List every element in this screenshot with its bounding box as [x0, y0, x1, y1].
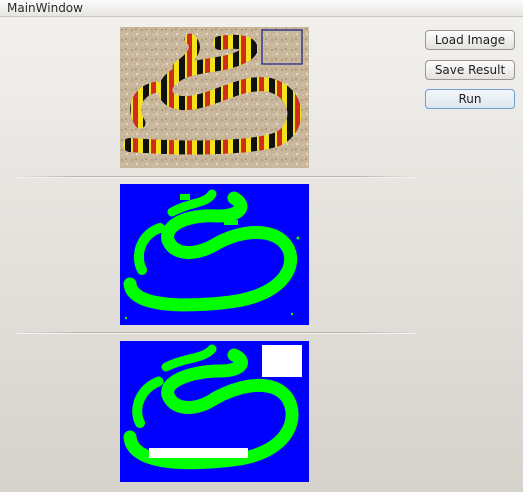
title-bar: MainWindow: [0, 0, 523, 17]
save-result-button[interactable]: Save Result: [425, 60, 515, 80]
snake-photo: [120, 27, 309, 168]
separator-1: [16, 176, 416, 178]
window-title: MainWindow: [7, 1, 83, 15]
result-mask: [123, 344, 302, 470]
result-mask-panel: [120, 341, 309, 482]
original-image-panel[interactable]: [120, 27, 309, 168]
separator-2: [16, 332, 416, 334]
white-region-top: [262, 345, 302, 377]
run-button[interactable]: Run: [425, 89, 515, 109]
segmentation-mask: [123, 189, 300, 320]
white-region-bottom: [149, 448, 248, 458]
load-image-button[interactable]: Load Image: [425, 30, 515, 50]
segmentation-mask-panel: [120, 184, 309, 325]
